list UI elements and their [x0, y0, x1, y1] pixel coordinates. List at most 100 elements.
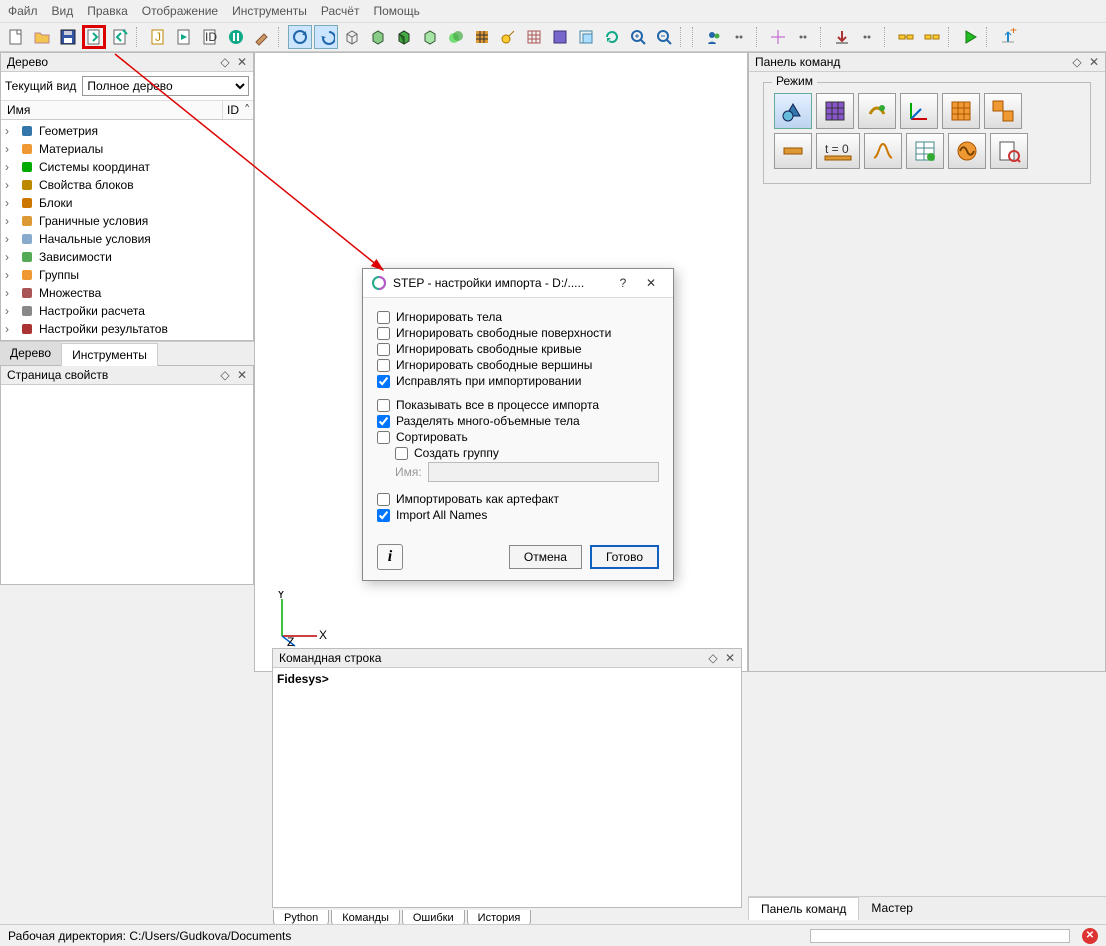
tree-item[interactable]: › Материалы [5, 140, 249, 158]
mode-material-icon[interactable] [858, 93, 896, 129]
dialog-checkbox[interactable] [377, 343, 390, 356]
mode-curve-icon[interactable] [864, 133, 902, 169]
cube-trans-icon[interactable] [418, 25, 442, 49]
tree-item[interactable]: › Геометрия [5, 122, 249, 140]
dialog-checkbox[interactable] [377, 509, 390, 522]
tree-item[interactable]: › Граничные условия [5, 212, 249, 230]
dialog-checkbox[interactable] [377, 359, 390, 372]
mode-wave-icon[interactable] [948, 133, 986, 169]
cmdline-body[interactable]: Fidesys> [273, 668, 741, 690]
script-id-icon[interactable]: ID [198, 25, 222, 49]
zoom-out-icon[interactable] [652, 25, 676, 49]
tree-col-id[interactable]: ID^ [223, 101, 253, 119]
expand-icon[interactable]: › [5, 214, 15, 228]
rotate-icon[interactable] [288, 25, 312, 49]
save-icon[interactable] [56, 25, 80, 49]
cmdpanel-float-icon[interactable]: ◇ [1072, 55, 1081, 69]
new-file-icon[interactable] [4, 25, 28, 49]
axis-z-icon[interactable]: +Z [996, 25, 1020, 49]
tree-item[interactable]: › Свойства блоков [5, 176, 249, 194]
menu-tools[interactable]: Инструменты [232, 4, 307, 18]
error-status-icon[interactable]: ✕ [1082, 928, 1098, 944]
more2-icon[interactable] [792, 25, 816, 49]
tree-item[interactable]: › Зависимости [5, 248, 249, 266]
expand-icon[interactable]: › [5, 232, 15, 246]
expand-icon[interactable]: › [5, 268, 15, 282]
link2-icon[interactable] [920, 25, 944, 49]
mode-coords-icon[interactable] [900, 93, 938, 129]
edit-tool-icon[interactable] [250, 25, 274, 49]
pause-icon[interactable] [224, 25, 248, 49]
clip-icon[interactable] [574, 25, 598, 49]
script-run-icon[interactable] [172, 25, 196, 49]
cube-shaded-icon[interactable] [392, 25, 416, 49]
create-group-checkbox[interactable] [395, 447, 408, 460]
refresh-icon[interactable] [600, 25, 624, 49]
more-icon[interactable] [728, 25, 752, 49]
mode-geometry-icon[interactable] [774, 93, 812, 129]
menu-display[interactable]: Отображение [142, 4, 218, 18]
mode-blocks-icon[interactable] [942, 93, 980, 129]
crosshair-icon[interactable] [766, 25, 790, 49]
tree-item[interactable]: › Группы [5, 266, 249, 284]
view-select[interactable]: Полное дерево [82, 76, 249, 96]
dialog-checkbox[interactable] [377, 415, 390, 428]
cube-rubik-icon[interactable] [470, 25, 494, 49]
mode-results-icon[interactable] [990, 133, 1028, 169]
menu-file[interactable]: Файл [8, 4, 38, 18]
menu-edit[interactable]: Правка [87, 4, 128, 18]
mode-t0-icon[interactable]: t = 0 [816, 133, 860, 169]
tree-item[interactable]: › Блоки [5, 194, 249, 212]
expand-icon[interactable]: › [5, 250, 15, 264]
expand-icon[interactable]: › [5, 178, 15, 192]
import-icon[interactable] [82, 25, 106, 49]
open-folder-icon[interactable] [30, 25, 54, 49]
expand-icon[interactable]: › [5, 160, 15, 174]
dialog-checkbox[interactable] [377, 311, 390, 324]
zoom-in-icon[interactable] [626, 25, 650, 49]
script-new-icon[interactable]: J [146, 25, 170, 49]
mode-table-icon[interactable] [906, 133, 944, 169]
tree-item[interactable]: › Множества [5, 284, 249, 302]
props-float-icon[interactable]: ◇ [220, 368, 229, 382]
dialog-help-button[interactable]: ? [609, 276, 637, 290]
right-tab-master[interactable]: Мастер [859, 897, 925, 920]
tree-item[interactable]: › Настройки результатов [5, 320, 249, 338]
panel-float-icon[interactable]: ◇ [220, 55, 229, 69]
cmdline-float-icon[interactable]: ◇ [708, 651, 717, 665]
link1-icon[interactable] [894, 25, 918, 49]
panel-close-icon[interactable]: ✕ [237, 55, 247, 69]
persp-icon[interactable] [548, 25, 572, 49]
cube-solid-icon[interactable] [366, 25, 390, 49]
cube-wire-icon[interactable] [340, 25, 364, 49]
tree-item[interactable]: › Начальные условия [5, 230, 249, 248]
tab-tools[interactable]: Инструменты [61, 343, 158, 366]
expand-icon[interactable]: › [5, 322, 15, 336]
menu-help[interactable]: Помощь [373, 4, 419, 18]
cube-union-icon[interactable] [444, 25, 468, 49]
more3-icon[interactable] [856, 25, 880, 49]
name-input[interactable] [428, 462, 659, 482]
undo-icon[interactable] [314, 25, 338, 49]
play-icon[interactable] [958, 25, 982, 49]
measure-icon[interactable] [496, 25, 520, 49]
expand-icon[interactable]: › [5, 286, 15, 300]
dialog-checkbox[interactable] [377, 431, 390, 444]
cmdline-close-icon[interactable]: ✕ [725, 651, 735, 665]
cmdpanel-close-icon[interactable]: ✕ [1089, 55, 1099, 69]
info-icon[interactable]: i [377, 544, 403, 570]
expand-icon[interactable]: › [5, 304, 15, 318]
down-arrow-icon[interactable] [830, 25, 854, 49]
props-close-icon[interactable]: ✕ [237, 368, 247, 382]
mode-bc-icon[interactable] [774, 133, 812, 169]
dialog-close-button[interactable]: ✕ [637, 276, 665, 290]
tree-item[interactable]: › Системы координат [5, 158, 249, 176]
menu-calc[interactable]: Расчёт [321, 4, 360, 18]
grid-icon[interactable] [522, 25, 546, 49]
dialog-checkbox[interactable] [377, 327, 390, 340]
cancel-button[interactable]: Отмена [509, 545, 582, 569]
export-icon[interactable] [108, 25, 132, 49]
tree-col-name[interactable]: Имя [1, 101, 223, 119]
users-icon[interactable] [702, 25, 726, 49]
tab-tree[interactable]: Дерево [0, 342, 61, 365]
